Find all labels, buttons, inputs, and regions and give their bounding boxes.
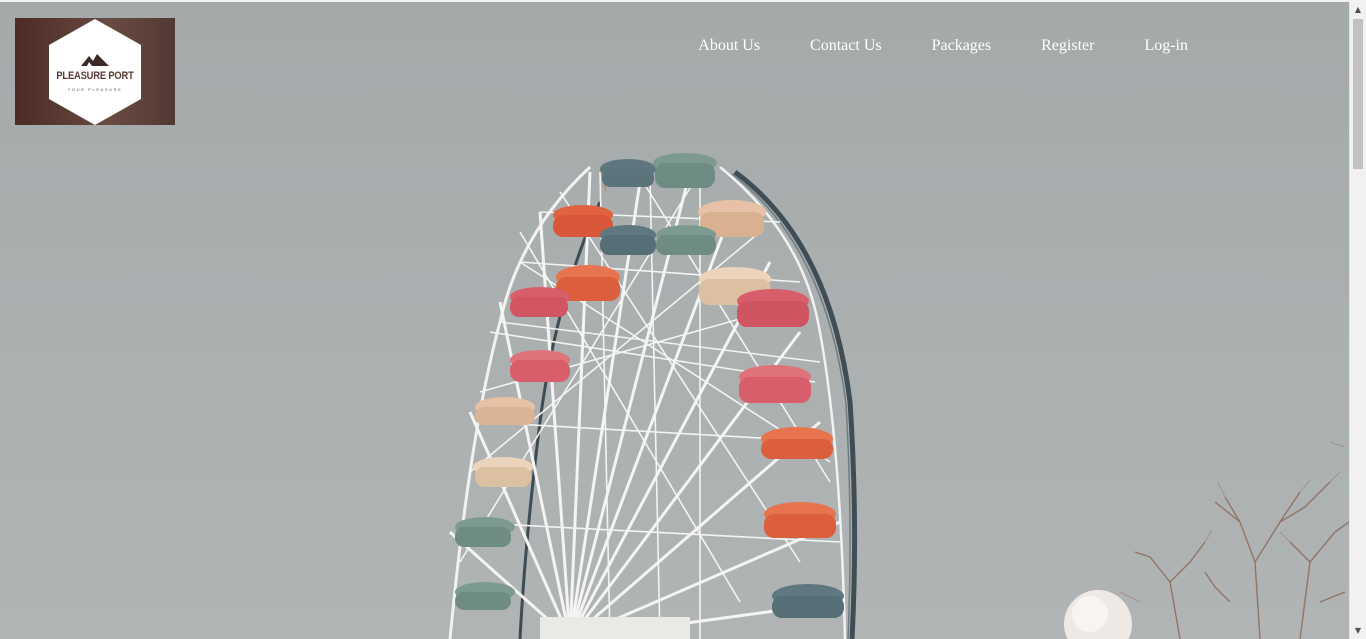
- nav-register[interactable]: Register: [991, 36, 1094, 56]
- vertical-scrollbar[interactable]: ▲ ▼: [1349, 2, 1366, 639]
- browser-viewport: PLEASURE PORT YOUR PLEASURE About Us Con…: [0, 0, 1366, 639]
- nav-contact-us[interactable]: Contact Us: [760, 36, 882, 56]
- window-top-border: [0, 0, 1366, 2]
- nav-about-us[interactable]: About Us: [698, 36, 760, 56]
- logo-title: PLEASURE PORT: [56, 70, 134, 82]
- logo-tagline: YOUR PLEASURE: [67, 87, 123, 92]
- nav-log-in[interactable]: Log-in: [1094, 36, 1188, 56]
- hero-section: PLEASURE PORT YOUR PLEASURE About Us Con…: [0, 2, 1349, 639]
- arrow-up-icon[interactable]: ▲: [1350, 2, 1366, 18]
- scrollbar-thumb[interactable]: [1353, 19, 1363, 169]
- ferris-wheel-photo: [448, 153, 1349, 639]
- site-logo[interactable]: PLEASURE PORT YOUR PLEASURE: [15, 18, 175, 125]
- nav-packages[interactable]: Packages: [882, 36, 992, 56]
- main-navigation: About Us Contact Us Packages Register Lo…: [698, 36, 1188, 56]
- arrow-down-icon[interactable]: ▼: [1350, 623, 1366, 639]
